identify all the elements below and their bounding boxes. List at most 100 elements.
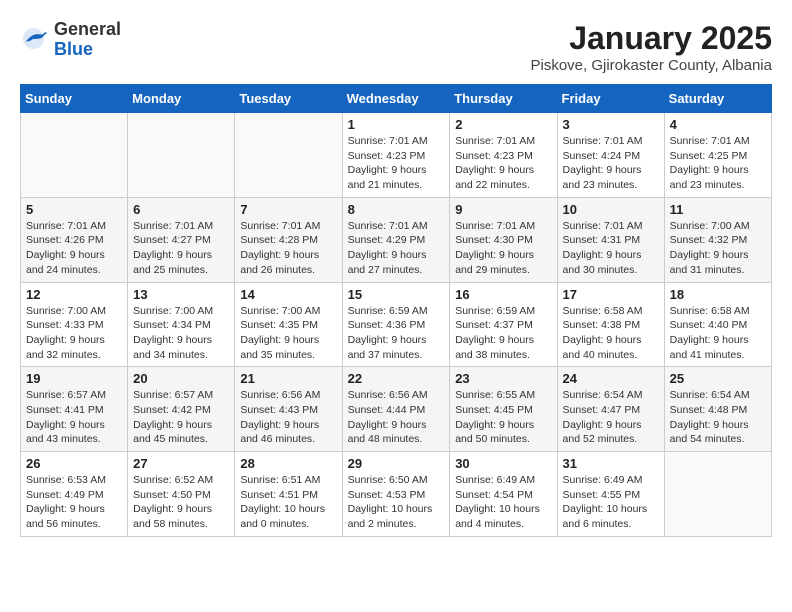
calendar-cell: 3Sunrise: 7:01 AM Sunset: 4:24 PM Daylig… bbox=[557, 113, 664, 198]
day-info: Sunrise: 6:57 AM Sunset: 4:42 PM Dayligh… bbox=[133, 388, 229, 447]
calendar-cell: 4 Sunrise: 7:01 AM Sunset: 4:25 PM Daylig… bbox=[664, 113, 771, 198]
calendar-cell: 27Sunrise: 6:52 AM Sunset: 4:50 PM Dayli… bbox=[128, 452, 235, 537]
calendar-cell: 16 Sunrise: 6:59 AM Sunset: 4:37 PM Dayli… bbox=[450, 282, 557, 367]
calendar-cell: 1 Sunrise: 7:01 AM Sunset: 4:23 PM Daylig… bbox=[342, 113, 450, 198]
weekday-header-tuesday: Tuesday bbox=[235, 85, 342, 113]
day-info: Sunrise: 7:01 AM Sunset: 4:25 PM Dayligh… bbox=[670, 134, 766, 193]
day-info: Sunrise: 7:01 AM Sunset: 4:29 PM Dayligh… bbox=[348, 219, 445, 278]
calendar-cell: 29Sunrise: 6:50 AM Sunset: 4:53 PM Dayli… bbox=[342, 452, 450, 537]
weekday-header-friday: Friday bbox=[557, 85, 664, 113]
calendar-cell: 11 Sunrise: 7:00 AM Sunset: 4:32 PM Dayli… bbox=[664, 197, 771, 282]
calendar-cell: 10Sunrise: 7:01 AM Sunset: 4:31 PM Dayli… bbox=[557, 197, 664, 282]
weekday-header-sunday: Sunday bbox=[21, 85, 128, 113]
day-number: 30 bbox=[455, 456, 551, 471]
calendar-cell bbox=[664, 452, 771, 537]
calendar-week-row: 19 Sunrise: 6:57 AM Sunset: 4:41 PM Dayli… bbox=[21, 367, 772, 452]
day-info: Sunrise: 7:00 AM Sunset: 4:33 PM Dayligh… bbox=[26, 304, 122, 363]
calendar-cell: 13 Sunrise: 7:00 AM Sunset: 4:34 PM Dayli… bbox=[128, 282, 235, 367]
day-info: Sunrise: 6:59 AM Sunset: 4:36 PM Dayligh… bbox=[348, 304, 445, 363]
day-number: 24 bbox=[563, 371, 659, 386]
calendar-week-row: 26 Sunrise: 6:53 AM Sunset: 4:49 PM Dayli… bbox=[21, 452, 772, 537]
day-info: Sunrise: 7:00 AM Sunset: 4:34 PM Dayligh… bbox=[133, 304, 229, 363]
day-number: 3 bbox=[563, 117, 659, 132]
logo-icon bbox=[20, 25, 50, 55]
day-info: Sunrise: 6:58 AM Sunset: 4:40 PM Dayligh… bbox=[670, 304, 766, 363]
calendar-cell: 31Sunrise: 6:49 AM Sunset: 4:55 PM Dayli… bbox=[557, 452, 664, 537]
day-number: 16 bbox=[455, 287, 551, 302]
day-info: Sunrise: 6:49 AM Sunset: 4:54 PM Dayligh… bbox=[455, 473, 551, 532]
calendar-cell: 30 Sunrise: 6:49 AM Sunset: 4:54 PM Dayli… bbox=[450, 452, 557, 537]
calendar-cell: 15 Sunrise: 6:59 AM Sunset: 4:36 PM Dayli… bbox=[342, 282, 450, 367]
weekday-header-thursday: Thursday bbox=[450, 85, 557, 113]
day-info: Sunrise: 7:01 AM Sunset: 4:26 PM Dayligh… bbox=[26, 219, 122, 278]
title-block: January 2025 Piskove, Gjirokaster County… bbox=[530, 20, 772, 74]
day-number: 23 bbox=[455, 371, 551, 386]
calendar-cell: 18 Sunrise: 6:58 AM Sunset: 4:40 PM Dayli… bbox=[664, 282, 771, 367]
calendar-subtitle: Piskove, Gjirokaster County, Albania bbox=[530, 57, 772, 74]
day-number: 17 bbox=[563, 287, 659, 302]
calendar-week-row: 1 Sunrise: 7:01 AM Sunset: 4:23 PM Daylig… bbox=[21, 113, 772, 198]
day-number: 19 bbox=[26, 371, 122, 386]
calendar-cell: 23Sunrise: 6:55 AM Sunset: 4:45 PM Dayli… bbox=[450, 367, 557, 452]
day-info: Sunrise: 7:00 AM Sunset: 4:32 PM Dayligh… bbox=[670, 219, 766, 278]
calendar-cell: 20 Sunrise: 6:57 AM Sunset: 4:42 PM Dayli… bbox=[128, 367, 235, 452]
calendar-cell bbox=[235, 113, 342, 198]
day-info: Sunrise: 6:57 AM Sunset: 4:41 PM Dayligh… bbox=[26, 388, 122, 447]
calendar-cell: 17 Sunrise: 6:58 AM Sunset: 4:38 PM Dayli… bbox=[557, 282, 664, 367]
day-number: 5 bbox=[26, 202, 122, 217]
day-info: Sunrise: 7:01 AM Sunset: 4:30 PM Dayligh… bbox=[455, 219, 551, 278]
calendar-cell: 2 Sunrise: 7:01 AM Sunset: 4:23 PM Daylig… bbox=[450, 113, 557, 198]
day-number: 15 bbox=[348, 287, 445, 302]
day-info: Sunrise: 7:00 AM Sunset: 4:35 PM Dayligh… bbox=[240, 304, 336, 363]
calendar-table: SundayMondayTuesdayWednesdayThursdayFrid… bbox=[20, 84, 772, 537]
calendar-cell: 12 Sunrise: 7:00 AM Sunset: 4:33 PM Dayli… bbox=[21, 282, 128, 367]
day-number: 7 bbox=[240, 202, 336, 217]
day-number: 4 bbox=[670, 117, 766, 132]
calendar-cell: 22Sunrise: 6:56 AM Sunset: 4:44 PM Dayli… bbox=[342, 367, 450, 452]
day-number: 27 bbox=[133, 456, 229, 471]
day-info: Sunrise: 7:01 AM Sunset: 4:23 PM Dayligh… bbox=[455, 134, 551, 193]
day-number: 26 bbox=[26, 456, 122, 471]
day-info: Sunrise: 7:01 AM Sunset: 4:28 PM Dayligh… bbox=[240, 219, 336, 278]
day-info: Sunrise: 6:49 AM Sunset: 4:55 PM Dayligh… bbox=[563, 473, 659, 532]
day-number: 2 bbox=[455, 117, 551, 132]
calendar-cell bbox=[128, 113, 235, 198]
weekday-header-monday: Monday bbox=[128, 85, 235, 113]
day-number: 12 bbox=[26, 287, 122, 302]
day-info: Sunrise: 6:54 AM Sunset: 4:48 PM Dayligh… bbox=[670, 388, 766, 447]
day-info: Sunrise: 7:01 AM Sunset: 4:27 PM Dayligh… bbox=[133, 219, 229, 278]
calendar-title: January 2025 bbox=[530, 20, 772, 57]
day-number: 8 bbox=[348, 202, 445, 217]
day-info: Sunrise: 6:58 AM Sunset: 4:38 PM Dayligh… bbox=[563, 304, 659, 363]
day-number: 28 bbox=[240, 456, 336, 471]
calendar-cell: 19 Sunrise: 6:57 AM Sunset: 4:41 PM Dayli… bbox=[21, 367, 128, 452]
calendar-week-row: 12 Sunrise: 7:00 AM Sunset: 4:33 PM Dayli… bbox=[21, 282, 772, 367]
day-number: 11 bbox=[670, 202, 766, 217]
day-number: 22 bbox=[348, 371, 445, 386]
calendar-cell: 7 Sunrise: 7:01 AM Sunset: 4:28 PM Daylig… bbox=[235, 197, 342, 282]
day-number: 18 bbox=[670, 287, 766, 302]
day-info: Sunrise: 6:56 AM Sunset: 4:43 PM Dayligh… bbox=[240, 388, 336, 447]
calendar-cell: 9Sunrise: 7:01 AM Sunset: 4:30 PM Daylig… bbox=[450, 197, 557, 282]
weekday-header-wednesday: Wednesday bbox=[342, 85, 450, 113]
day-info: Sunrise: 7:01 AM Sunset: 4:31 PM Dayligh… bbox=[563, 219, 659, 278]
calendar-cell: 26 Sunrise: 6:53 AM Sunset: 4:49 PM Dayli… bbox=[21, 452, 128, 537]
calendar-cell: 5 Sunrise: 7:01 AM Sunset: 4:26 PM Daylig… bbox=[21, 197, 128, 282]
day-info: Sunrise: 7:01 AM Sunset: 4:23 PM Dayligh… bbox=[348, 134, 445, 193]
day-info: Sunrise: 6:59 AM Sunset: 4:37 PM Dayligh… bbox=[455, 304, 551, 363]
logo-text: General Blue bbox=[54, 20, 121, 60]
day-number: 6 bbox=[133, 202, 229, 217]
weekday-header-saturday: Saturday bbox=[664, 85, 771, 113]
day-number: 13 bbox=[133, 287, 229, 302]
day-number: 14 bbox=[240, 287, 336, 302]
calendar-cell: 6 Sunrise: 7:01 AM Sunset: 4:27 PM Daylig… bbox=[128, 197, 235, 282]
logo-general: General bbox=[54, 20, 121, 40]
day-number: 29 bbox=[348, 456, 445, 471]
calendar-cell: 8 Sunrise: 7:01 AM Sunset: 4:29 PM Daylig… bbox=[342, 197, 450, 282]
calendar-cell bbox=[21, 113, 128, 198]
day-number: 20 bbox=[133, 371, 229, 386]
day-number: 25 bbox=[670, 371, 766, 386]
day-number: 1 bbox=[348, 117, 445, 132]
calendar-cell: 25 Sunrise: 6:54 AM Sunset: 4:48 PM Dayli… bbox=[664, 367, 771, 452]
day-info: Sunrise: 6:53 AM Sunset: 4:49 PM Dayligh… bbox=[26, 473, 122, 532]
